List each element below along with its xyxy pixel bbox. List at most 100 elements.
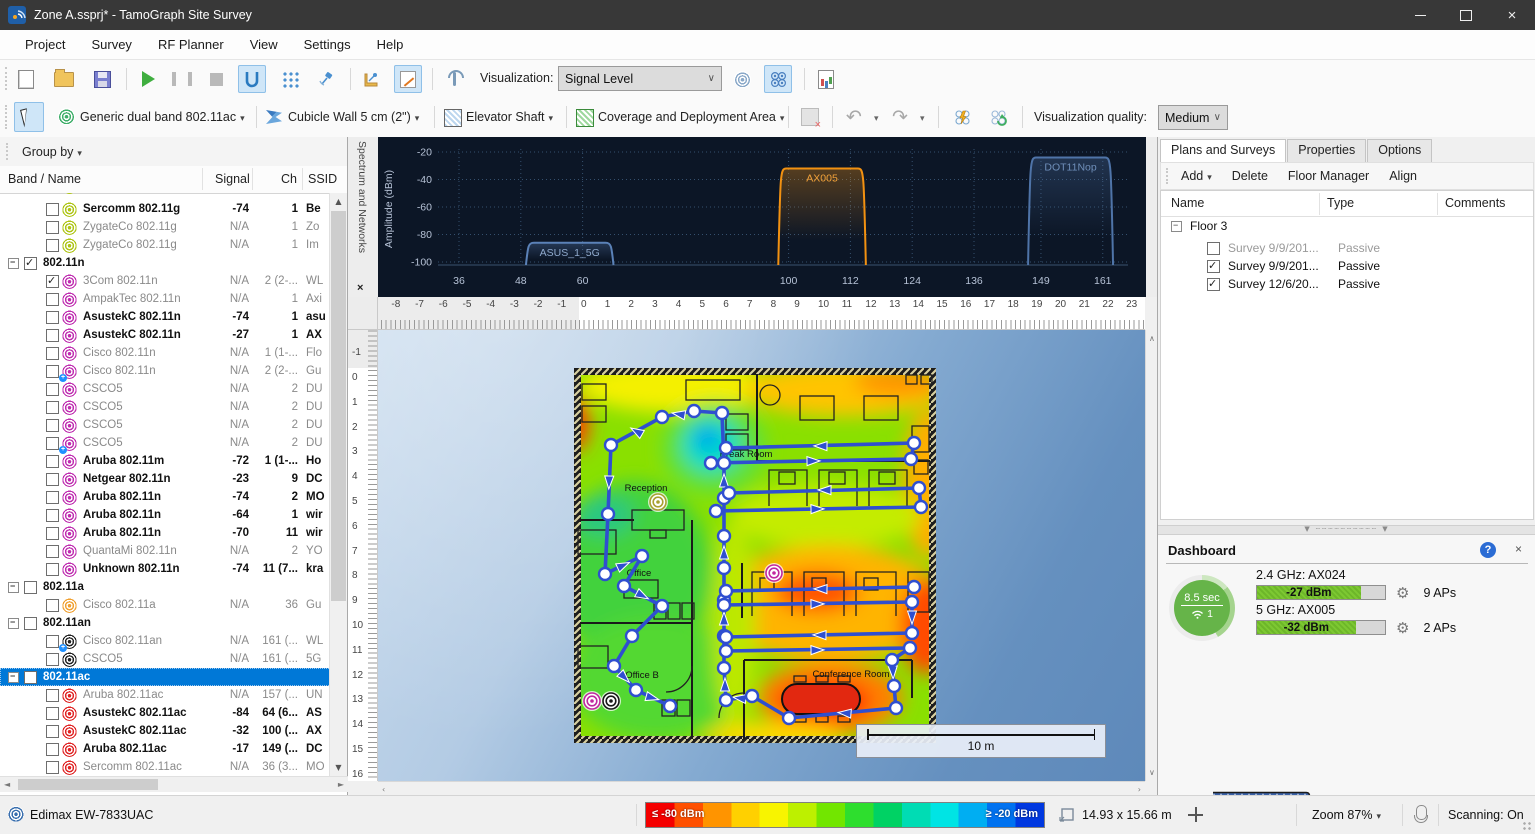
gear-icon[interactable]: ⚙	[1396, 619, 1409, 637]
ap-checkbox[interactable]	[46, 221, 59, 234]
ap-checkbox[interactable]	[46, 455, 59, 468]
ap-list-row[interactable]: Cisco 802.11an N/A 161 (... WL	[0, 632, 331, 650]
expander-icon[interactable]	[1171, 221, 1182, 232]
ap-list-row[interactable]: 3Com 802.11n N/A 2 (2-... WL	[0, 272, 331, 290]
ap-list-horizontal-scrollbar[interactable]: ◄ ►	[0, 776, 348, 792]
scroll-left-icon[interactable]: ‹	[382, 785, 385, 794]
ap-marker-center[interactable]	[764, 563, 784, 583]
gear-icon[interactable]: ⚙	[1396, 584, 1409, 602]
ap-list-row[interactable]: Sercomm 802.11g -74 1 Be	[0, 200, 331, 218]
ap-list-row[interactable]: 802.11an	[0, 614, 331, 632]
ap-list-row[interactable]: 802.11a	[0, 578, 331, 596]
panel-splitter[interactable]	[1158, 525, 1535, 535]
ap-list-row[interactable]: Aruba 802.11n -70 11 wir	[0, 524, 331, 542]
scrollbar-thumb[interactable]	[18, 779, 158, 790]
scroll-up-icon[interactable]: ∧	[1149, 334, 1155, 343]
floor-plan[interactable]: Reception Break Room Office Office B Con…	[574, 368, 936, 743]
survey-row[interactable]: Survey 12/6/20... Passive	[1161, 275, 1533, 293]
ap-list-row[interactable]: AsustekC 802.11n -27 1 AX	[0, 326, 331, 344]
ap-checkbox[interactable]	[46, 275, 59, 288]
satellite-tool-button[interactable]	[312, 65, 340, 93]
ap-list-row[interactable]: CSCO5 N/A 2 DU	[0, 380, 331, 398]
edit-notes-button[interactable]	[394, 65, 422, 93]
menu-item[interactable]: RF Planner	[145, 30, 237, 60]
close-button[interactable]: ×	[1489, 0, 1535, 30]
ap-list-row[interactable]: Unknown 802.11n -74 11 (7... kra	[0, 560, 331, 578]
column-type[interactable]: Type	[1327, 196, 1354, 210]
scroll-up-icon[interactable]: ▲	[330, 193, 347, 210]
scroll-right-icon[interactable]: ›	[1138, 785, 1141, 794]
spectrum-close-icon[interactable]: ×	[357, 282, 363, 294]
expander-icon[interactable]	[8, 258, 19, 269]
ap-list-row[interactable]: AsustekC 802.11ac -32 100 (... AX	[0, 722, 331, 740]
align-button[interactable]: Align	[1389, 169, 1417, 183]
ap-list-row[interactable]	[0, 193, 331, 200]
refresh-visualization-button[interactable]	[984, 103, 1012, 131]
menu-item[interactable]: View	[237, 30, 291, 60]
maximize-button[interactable]	[1443, 0, 1489, 30]
ap-checkbox[interactable]	[46, 239, 59, 252]
ap-checkbox[interactable]	[46, 509, 59, 522]
ap-model-select[interactable]: Generic dual band 802.11ac	[80, 110, 245, 124]
ap-list-row[interactable]: Aruba 802.11ac N/A 157 (... UN	[0, 686, 331, 704]
zoom-control[interactable]: Zoom 87%	[1312, 808, 1381, 822]
measure-tool-button[interactable]	[358, 65, 386, 93]
antenna-tool-button[interactable]	[440, 65, 468, 93]
dashboard-close-icon[interactable]: ×	[1515, 542, 1522, 556]
ap-marker-office-b-1[interactable]	[582, 691, 602, 711]
menu-item[interactable]: Help	[364, 30, 417, 60]
survey-checkbox[interactable]	[1207, 242, 1220, 255]
ap-checkbox[interactable]	[46, 203, 59, 216]
ap-checkbox[interactable]	[46, 491, 59, 504]
ap-checkbox[interactable]	[46, 725, 59, 738]
stop-survey-button[interactable]	[202, 65, 230, 93]
ap-list-row[interactable]: CSCO5 N/A 2 DU	[0, 416, 331, 434]
scroll-right-icon[interactable]: ►	[338, 780, 344, 789]
column-name[interactable]: Name	[1171, 196, 1204, 210]
ap-checkbox[interactable]	[46, 365, 59, 378]
ap-checkbox[interactable]	[46, 401, 59, 414]
ap-list-row[interactable]: Aruba 802.11ac -17 149 (... DC	[0, 740, 331, 758]
pause-survey-button[interactable]	[168, 65, 196, 93]
ap-list-row[interactable]: CSCO5 N/A 2 DU	[0, 434, 331, 452]
floor-tree-node[interactable]: Floor 3	[1161, 219, 1227, 233]
ap-list-row[interactable]: AsustekC 802.11n -74 1 asu	[0, 308, 331, 326]
ap-visibility-button[interactable]	[728, 65, 756, 93]
ap-marker-office-b-2[interactable]	[601, 691, 621, 711]
ap-list-row[interactable]: Cisco 802.11n N/A 2 (2-... Gu	[0, 362, 331, 380]
delete-area-button[interactable]	[796, 103, 824, 131]
attenuation-zone-select[interactable]: Elevator Shaft	[466, 110, 553, 124]
select-tool-button[interactable]	[14, 102, 44, 132]
panel-tab[interactable]: Options	[1367, 139, 1432, 162]
menu-item[interactable]: Settings	[291, 30, 364, 60]
map-horizontal-scrollbar[interactable]: ‹ ›	[378, 781, 1145, 795]
ap-list-row[interactable]: 802.11n	[0, 254, 331, 272]
ap-list-row[interactable]: Aruba 802.11m -72 1 (1-... Ho	[0, 452, 331, 470]
save-project-button[interactable]	[88, 65, 116, 93]
minimize-button[interactable]	[1397, 0, 1443, 30]
ap-checkbox[interactable]	[46, 599, 59, 612]
survey-path-tool-button[interactable]	[238, 65, 266, 93]
column-band-name[interactable]: Band / Name	[8, 172, 81, 186]
ap-checkbox[interactable]	[46, 761, 59, 774]
survey-row[interactable]: Survey 9/9/201... Passive	[1161, 239, 1533, 257]
scrollbar-thumb[interactable]	[331, 211, 346, 601]
menu-item[interactable]: Survey	[78, 30, 144, 60]
ap-list-vertical-scrollbar[interactable]: ▲ ▼	[329, 193, 347, 776]
column-comments[interactable]: Comments	[1445, 196, 1505, 210]
ap-checkbox[interactable]	[24, 671, 37, 684]
ap-list-row[interactable]: Aruba 802.11n -64 1 wir	[0, 506, 331, 524]
wall-type-select[interactable]: Cubicle Wall 5 cm (2")	[288, 110, 419, 124]
ap-marker-reception[interactable]	[648, 492, 668, 512]
ap-list-row[interactable]: AsustekC 802.11ac -84 64 (6... AS	[0, 704, 331, 722]
floor-manager-button[interactable]: Floor Manager	[1288, 169, 1369, 183]
ap-list-row[interactable]: 802.11ac	[0, 668, 331, 686]
group-by-button[interactable]: Group by	[22, 145, 82, 159]
new-project-button[interactable]	[12, 65, 40, 93]
ap-list-row[interactable]: Aruba 802.11n -74 2 MO	[0, 488, 331, 506]
ap-list-row[interactable]: Sercomm 802.11ac N/A 36 (3... MO	[0, 758, 331, 776]
redo-menu-caret[interactable]: ▾	[920, 114, 925, 124]
column-signal[interactable]: Signal	[215, 172, 250, 186]
quality-select[interactable]: Medium∨	[1158, 105, 1228, 130]
ap-checkbox[interactable]	[46, 311, 59, 324]
